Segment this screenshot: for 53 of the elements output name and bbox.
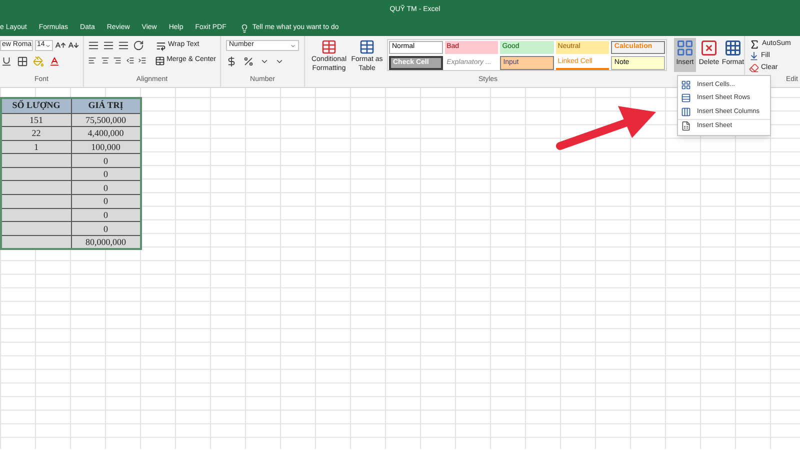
- table-cell: 75,500,000: [71, 113, 141, 127]
- eraser-icon: [749, 62, 759, 73]
- wrap-text-icon: [156, 40, 166, 50]
- format-cells-icon: [724, 39, 742, 57]
- conditional-formatting-icon: [321, 39, 337, 55]
- table-cell: [1, 208, 71, 222]
- table-cell: 80,000,000: [71, 235, 141, 249]
- currency-icon[interactable]: [226, 56, 237, 67]
- insert-sheet-icon: [681, 121, 691, 132]
- align-left-icon[interactable]: [88, 55, 97, 66]
- table-cell: 22: [1, 126, 71, 140]
- table-icon: [359, 39, 375, 55]
- table-cell: [1, 235, 71, 249]
- table-cell: [1, 194, 71, 208]
- font-color-icon[interactable]: [49, 56, 60, 67]
- merge-icon: [154, 56, 165, 66]
- table-cell: 4,400,000: [71, 126, 141, 140]
- table-cell: 0: [71, 208, 141, 222]
- fill-down-icon: [749, 51, 759, 62]
- insert-rows-icon: [681, 93, 691, 104]
- lightbulb-icon: [240, 24, 250, 32]
- fill-color-icon[interactable]: [33, 56, 44, 67]
- caret-icon: [290, 42, 296, 48]
- table-cell: 0: [71, 167, 141, 181]
- table-cell: 0: [71, 154, 141, 168]
- orientation-icon[interactable]: [133, 40, 144, 51]
- underline-icon[interactable]: [1, 56, 12, 67]
- insert-cells-icon: [681, 80, 691, 90]
- table-cell: 0: [71, 180, 141, 195]
- sum-icon: [749, 39, 760, 50]
- caret-icon: [45, 42, 51, 48]
- percent-icon[interactable]: [243, 56, 254, 67]
- column-header: GIÁ TRỊ: [71, 98, 141, 113]
- table-cell: 0: [71, 194, 141, 208]
- shrink-font-icon[interactable]: [68, 40, 79, 51]
- align-center-icon[interactable]: [100, 55, 110, 66]
- align-right-icon[interactable]: [113, 55, 122, 66]
- table-cell: 0: [71, 222, 141, 236]
- grow-font-icon[interactable]: [55, 40, 66, 51]
- increase-indent-icon[interactable]: [138, 55, 147, 66]
- delete-cells-icon: [700, 39, 718, 57]
- table-cell: [1, 180, 71, 195]
- table-cell: 151: [1, 113, 71, 127]
- table-cell: [1, 167, 71, 181]
- table-cell: 100,000: [71, 140, 141, 154]
- table-cell: 1: [1, 140, 71, 154]
- borders-icon[interactable]: [17, 56, 28, 67]
- column-header: SỐ LƯỢNG: [1, 98, 71, 113]
- table-cell: [1, 222, 71, 236]
- decrease-indent-icon[interactable]: [126, 55, 134, 66]
- table-cell: [1, 154, 71, 168]
- insert-columns-icon: [681, 106, 691, 117]
- insert-cells-icon: [676, 39, 694, 57]
